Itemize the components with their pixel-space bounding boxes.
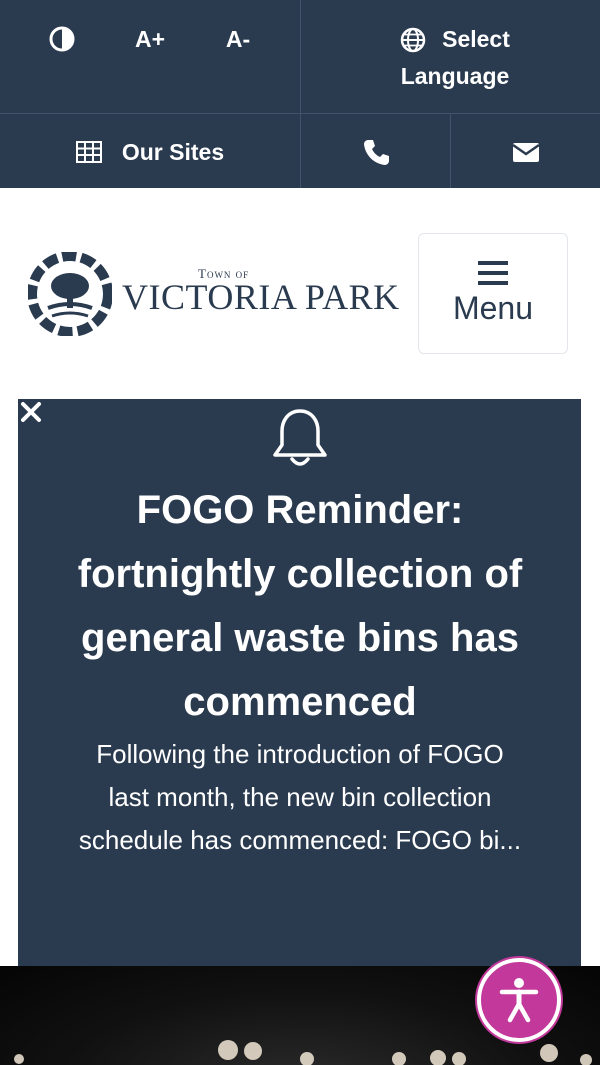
email-button[interactable] (500, 130, 552, 174)
font-decrease-button[interactable]: A- (212, 20, 264, 58)
envelope-icon (512, 143, 540, 162)
alert-title-line: fortnightly collection of (77, 552, 523, 596)
utility-bar: A+ A- Select Language Our Sites (0, 0, 600, 188)
town-emblem-icon (28, 252, 112, 336)
font-decrease-label: A- (225, 25, 251, 52)
divider (450, 113, 451, 188)
bokeh-light (452, 1052, 466, 1065)
font-increase-button[interactable]: A+ (124, 20, 176, 58)
alert-body-line: Following the introduction of FOGO (96, 739, 504, 769)
logo-text-main: Victoria Park (122, 277, 400, 317)
language-label-line1: Select (442, 26, 510, 52)
accessibility-button[interactable] (477, 958, 561, 1042)
alert-body-line: schedule has commenced: FOGO bi... (78, 825, 522, 855)
bokeh-light (300, 1052, 314, 1065)
select-language-button[interactable]: Select Language (380, 18, 530, 98)
our-sites-label: Our Sites (121, 138, 225, 165)
bokeh-light (218, 1040, 238, 1060)
divider (0, 113, 600, 114)
alert-title[interactable]: FOGO Reminder: fortnightly collection of… (0, 478, 600, 734)
bokeh-light (392, 1052, 406, 1065)
contrast-button[interactable] (40, 20, 84, 58)
hamburger-icon (478, 261, 508, 285)
alert-title-line: general waste bins has (81, 616, 519, 660)
globe-icon (400, 27, 426, 52)
menu-button[interactable]: Menu (418, 233, 568, 354)
font-increase-label: A+ (134, 25, 166, 52)
alert-body-line: last month, the new bin collection (108, 782, 492, 812)
contrast-icon (49, 26, 75, 52)
bokeh-light (580, 1054, 592, 1065)
bokeh-light (244, 1042, 262, 1060)
grid-icon (75, 141, 102, 163)
bokeh-light (430, 1050, 446, 1065)
close-icon (21, 402, 41, 422)
accessibility-icon (499, 978, 539, 1023)
alert-body: Following the introduction of FOGO last … (40, 733, 560, 862)
alert-title-line: commenced (183, 680, 417, 724)
menu-label: Menu (452, 290, 534, 326)
language-label-line2: Language (400, 63, 510, 89)
phone-icon (364, 140, 389, 165)
bokeh-light (14, 1054, 24, 1064)
our-sites-button[interactable]: Our Sites (60, 130, 240, 174)
divider (300, 0, 301, 188)
phone-button[interactable] (350, 130, 402, 174)
bokeh-light (540, 1044, 558, 1062)
alert-title-line: FOGO Reminder: (136, 488, 464, 532)
